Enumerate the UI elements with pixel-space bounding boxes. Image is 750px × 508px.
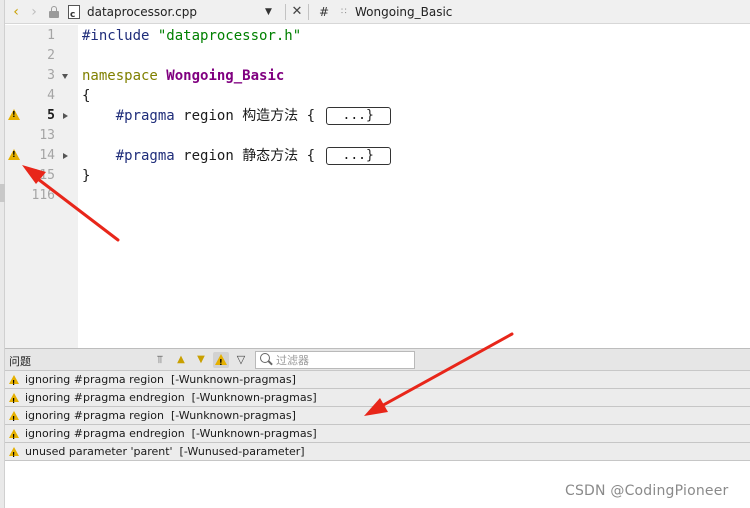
chevron-down-icon[interactable]: ▼ (265, 7, 281, 17)
pragma-directive: #pragma (115, 148, 175, 164)
code-line: 116 (5, 186, 750, 206)
collapsed-region-marker[interactable]: ...} (325, 147, 391, 165)
code-line: 1 #include "dataprocessor.h" (5, 26, 750, 46)
next-issue-icon[interactable]: ▼ (193, 352, 209, 368)
line-number: 116 (31, 188, 55, 203)
collapsed-region-marker[interactable]: ...} (325, 107, 391, 125)
code-line: 5 #pragma region 构造方法 { ...} (5, 106, 750, 126)
region-keyword: region (183, 108, 234, 124)
open-file-selector[interactable]: dataprocessor.cpp (87, 5, 265, 19)
line-number: 14 (39, 148, 55, 163)
editor-toolbar: ‹ › dataprocessor.cpp ▼ ✕ # ∷ Wongoing_B… (5, 0, 750, 24)
line-number: 4 (47, 88, 55, 103)
issue-row[interactable]: ignoring #pragma endregion [-Wunknown-pr… (5, 389, 750, 410)
line-number: 3 (47, 68, 55, 83)
search-icon (260, 353, 270, 363)
issue-message: ignoring #pragma region [-Wunknown-pragm… (25, 409, 296, 422)
line-number: 115 (31, 168, 55, 183)
issue-row[interactable]: ignoring #pragma region [-Wunknown-pragm… (5, 371, 750, 392)
issues-filter-field[interactable] (255, 351, 415, 369)
open-brace: { (306, 148, 316, 164)
code-text: { (82, 88, 91, 104)
issue-row[interactable]: unused parameter 'parent' [-Wunused-para… (5, 443, 750, 464)
issue-message: ignoring #pragma endregion [-Wunknown-pr… (25, 391, 317, 404)
warning-icon (215, 354, 227, 371)
lock-icon[interactable] (49, 5, 59, 18)
issue-message: ignoring #pragma endregion [-Wunknown-pr… (25, 427, 317, 440)
warning-icon (9, 447, 19, 464)
line-number-current: 5 (47, 108, 55, 123)
watermark: CSDN @CodingPioneer (565, 483, 729, 499)
code-text: #pragma region 构造方法 { ...} (82, 106, 391, 126)
warning-icon (9, 429, 19, 446)
previous-issue-icon[interactable]: ▲ (173, 352, 189, 368)
issue-message: unused parameter 'parent' [-Wunused-para… (25, 445, 305, 458)
code-line: 115 } (5, 166, 750, 186)
warning-icon (9, 411, 19, 428)
pragma-directive: #pragma (115, 108, 175, 124)
code-line: 3 namespace Wongoing_Basic (5, 66, 750, 86)
line-number: 13 (39, 128, 55, 143)
namespace-identifier: Wongoing_Basic (166, 68, 285, 84)
code-line: 13 (5, 126, 750, 146)
issue-message: ignoring #pragma region [-Wunknown-pragm… (25, 373, 296, 386)
region-name: 静态方法 (242, 148, 299, 164)
include-directive: #include (82, 28, 150, 44)
filter-input[interactable] (276, 353, 411, 367)
code-text: } (82, 168, 91, 184)
fold-expanded-icon[interactable] (62, 74, 68, 79)
issue-row[interactable]: ignoring #pragma region [-Wunknown-pragm… (5, 407, 750, 428)
region-keyword: region (183, 148, 234, 164)
toolbar-divider (285, 3, 286, 20)
warning-filter-toggle[interactable] (213, 352, 229, 371)
open-brace: { (306, 108, 316, 124)
toolbar-divider (308, 3, 309, 20)
issue-row[interactable]: ignoring #pragma endregion [-Wunknown-pr… (5, 425, 750, 446)
code-text: namespace Wongoing_Basic (82, 66, 284, 86)
symbol-selector[interactable]: Wongoing_Basic (355, 5, 452, 19)
warning-icon[interactable] (8, 109, 20, 120)
namespace-icon: ∷ (341, 6, 347, 17)
fold-collapsed-icon[interactable] (63, 153, 68, 159)
forward-arrow-icon[interactable]: › (27, 0, 41, 24)
code-text: #pragma region 静态方法 { ...} (82, 146, 391, 166)
line-number: 2 (47, 48, 55, 63)
close-icon[interactable]: ✕ (290, 4, 304, 19)
back-arrow-icon[interactable]: ‹ (9, 0, 23, 24)
namespace-keyword: namespace (82, 68, 158, 84)
include-filename: "dataprocessor.h" (157, 28, 302, 44)
cpp-file-icon (68, 4, 80, 20)
issues-pane-header: 问题 ⫪ ▲ ▼ ▽ (5, 349, 750, 371)
filter-funnel-icon[interactable]: ▽ (233, 352, 249, 368)
fold-collapsed-icon[interactable] (63, 113, 68, 119)
symbol-hash-label[interactable]: # (317, 5, 331, 19)
code-text: #include "dataprocessor.h" (82, 26, 301, 46)
warning-icon[interactable] (8, 149, 20, 160)
code-line: 14 #pragma region 静态方法 { ...} (5, 146, 750, 166)
line-number: 1 (47, 28, 55, 43)
code-editor[interactable]: 1 #include "dataprocessor.h" 2 3 namespa… (5, 25, 750, 348)
code-line: 4 { (5, 86, 750, 106)
clear-broom-icon[interactable]: ⫪ (152, 352, 168, 368)
warning-icon (9, 393, 19, 410)
region-name: 构造方法 (242, 108, 299, 124)
issues-pane-title: 问题 (9, 355, 31, 368)
warning-icon (9, 375, 19, 392)
code-line: 2 (5, 46, 750, 66)
